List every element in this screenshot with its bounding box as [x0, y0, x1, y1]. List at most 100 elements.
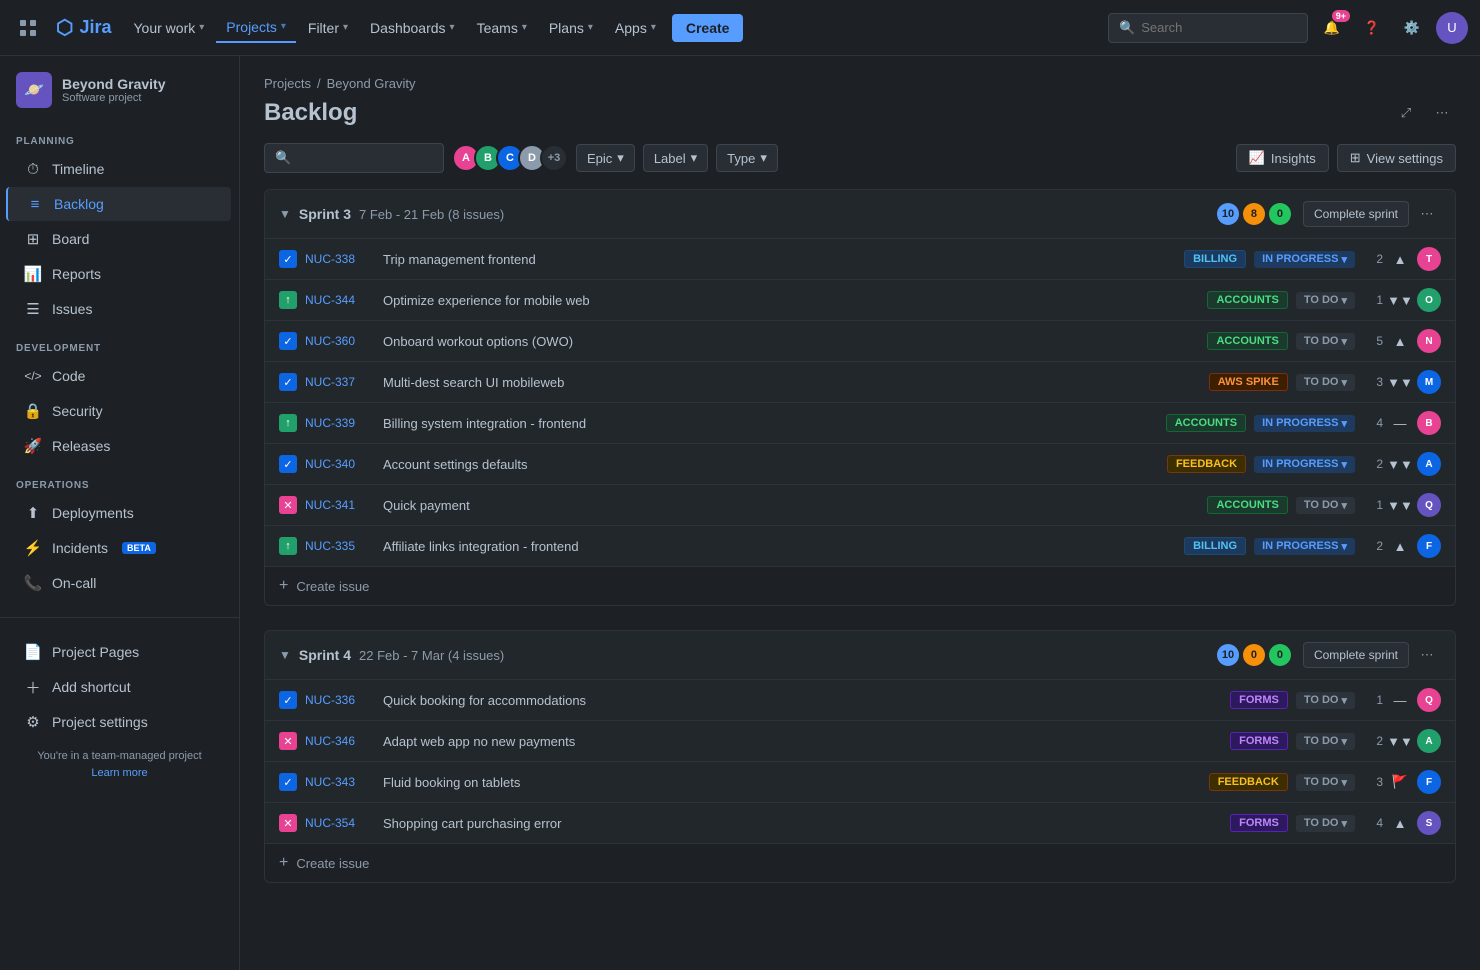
issue-avatar: O — [1417, 288, 1441, 312]
plus-icon: + — [279, 854, 288, 872]
sidebar-item-code[interactable]: </> Code — [8, 359, 231, 393]
create-button[interactable]: Create — [672, 14, 744, 42]
more-options-icon[interactable]: ⋯ — [1428, 99, 1456, 127]
label-filter-button[interactable]: Label ▾ — [643, 144, 708, 172]
priority-icon: ▲ — [1391, 332, 1409, 350]
sidebar-item-security[interactable]: 🔒 Security — [8, 394, 231, 428]
issue-type-task-icon: ✓ — [279, 373, 297, 391]
issue-row[interactable]: ✓ NUC-338 Trip management frontend BILLI… — [265, 238, 1455, 279]
type-filter-button[interactable]: Type ▾ — [716, 144, 778, 172]
label-tag: FORMS — [1230, 732, 1288, 750]
issue-priority-num: 2 — [1363, 457, 1383, 471]
status-badge[interactable]: IN PROGRESS ▾ — [1254, 251, 1355, 268]
nav-dashboards[interactable]: Dashboards ▾ — [360, 14, 465, 42]
sidebar-item-reports[interactable]: 📊 Reports — [8, 257, 231, 291]
grid-icon[interactable] — [12, 12, 44, 44]
status-badge[interactable]: IN PROGRESS ▾ — [1254, 538, 1355, 555]
epic-filter-button[interactable]: Epic ▾ — [576, 144, 635, 172]
issue-row[interactable]: ✕ NUC-354 Shopping cart purchasing error… — [265, 802, 1455, 843]
toolbar-search[interactable]: 🔍 — [264, 143, 444, 173]
sprint-4-more-icon[interactable]: ⋯ — [1413, 641, 1441, 669]
search-bar[interactable]: 🔍 — [1108, 13, 1308, 43]
issue-row[interactable]: ✓ NUC-337 Multi-dest search UI mobileweb… — [265, 361, 1455, 402]
priority-icon: ▲ — [1391, 814, 1409, 832]
issue-avatar: Q — [1417, 688, 1441, 712]
sprint-3-badge-blue: 10 — [1217, 203, 1239, 225]
sidebar-item-releases[interactable]: 🚀 Releases — [8, 429, 231, 463]
status-badge[interactable]: TO DO ▾ — [1296, 292, 1355, 309]
toolbar-right: 📈 Insights ⊞ View settings — [1236, 144, 1456, 172]
status-badge[interactable]: TO DO ▾ — [1296, 497, 1355, 514]
issue-type-task-icon: ✓ — [279, 773, 297, 791]
issue-summary: Account settings defaults — [383, 457, 1159, 472]
issue-row[interactable]: ✓ NUC-336 Quick booking for accommodatio… — [265, 679, 1455, 720]
sprint-3-create-issue[interactable]: + Create issue — [265, 566, 1455, 605]
create-issue-label: Create issue — [296, 579, 369, 594]
sidebar-item-project-settings[interactable]: ⚙ Project settings — [8, 705, 231, 739]
sidebar-item-issues[interactable]: ☰ Issues — [8, 292, 231, 326]
issue-row[interactable]: ✓ NUC-360 Onboard workout options (OWO) … — [265, 320, 1455, 361]
status-badge[interactable]: IN PROGRESS ▾ — [1254, 456, 1355, 473]
notifications-button[interactable]: 🔔 9+ — [1316, 12, 1348, 44]
view-settings-button[interactable]: ⊞ View settings — [1337, 144, 1456, 172]
sidebar-item-project-pages[interactable]: 📄 Project Pages — [8, 635, 231, 669]
status-badge[interactable]: TO DO ▾ — [1296, 333, 1355, 350]
search-input[interactable] — [1141, 20, 1281, 35]
status-badge[interactable]: TO DO ▾ — [1296, 815, 1355, 832]
settings-button[interactable]: ⚙️ — [1396, 12, 1428, 44]
learn-more-link[interactable]: Learn more — [91, 767, 147, 779]
nav-teams[interactable]: Teams ▾ — [467, 14, 537, 42]
issue-row[interactable]: ✕ NUC-346 Adapt web app no new payments … — [265, 720, 1455, 761]
sprint-3-complete-button[interactable]: Complete sprint — [1303, 201, 1409, 227]
avatar-count[interactable]: +3 — [540, 144, 568, 172]
nav-your-work[interactable]: Your work ▾ — [124, 14, 215, 42]
nav-filter[interactable]: Filter ▾ — [298, 14, 358, 42]
issue-priority-num: 3 — [1363, 375, 1383, 389]
sprint-4-header[interactable]: ▼ Sprint 4 22 Feb - 7 Mar (4 issues) 10 … — [265, 631, 1455, 679]
nav-projects[interactable]: Projects ▾ — [216, 13, 296, 43]
status-badge[interactable]: TO DO ▾ — [1296, 733, 1355, 750]
operations-section-title: OPERATIONS — [0, 472, 239, 495]
issue-row[interactable]: ↑ NUC-335 Affiliate links integration - … — [265, 525, 1455, 566]
help-button[interactable]: ❓ — [1356, 12, 1388, 44]
sprint-4-create-issue[interactable]: + Create issue — [265, 843, 1455, 882]
status-badge[interactable]: TO DO ▾ — [1296, 374, 1355, 391]
nav-plans[interactable]: Plans ▾ — [539, 14, 603, 42]
sidebar-item-oncall[interactable]: 📞 On-call — [8, 566, 231, 600]
backlog-search-input[interactable] — [297, 151, 417, 166]
breadcrumb-projects[interactable]: Projects — [264, 76, 311, 91]
issue-row[interactable]: ✓ NUC-343 Fluid booking on tablets FEEDB… — [265, 761, 1455, 802]
breadcrumb-project-name[interactable]: Beyond Gravity — [327, 76, 416, 91]
nav-apps[interactable]: Apps ▾ — [605, 14, 666, 42]
logo[interactable]: ⬡ Jira — [48, 15, 120, 40]
sprint-3-more-icon[interactable]: ⋯ — [1413, 200, 1441, 228]
sidebar-item-timeline[interactable]: ⏱ Timeline — [8, 152, 231, 186]
main-layout: 🪐 Beyond Gravity Software project PLANNI… — [0, 56, 1480, 970]
issue-row[interactable]: ↑ NUC-344 Optimize experience for mobile… — [265, 279, 1455, 320]
issue-type-task-icon: ✓ — [279, 332, 297, 350]
user-avatar[interactable]: U — [1436, 12, 1468, 44]
sprint-3-dates: 7 Feb - 21 Feb (8 issues) — [359, 207, 504, 222]
sidebar-item-incidents[interactable]: ⚡ Incidents BETA — [8, 531, 231, 565]
add-shortcut-icon: ＋ — [24, 678, 42, 696]
issue-type-story-icon: ↑ — [279, 537, 297, 555]
issue-key: NUC-346 — [305, 734, 375, 748]
sprint-3-header[interactable]: ▼ Sprint 3 7 Feb - 21 Feb (8 issues) 10 … — [265, 190, 1455, 238]
sidebar-item-backlog[interactable]: ≡ Backlog — [6, 187, 231, 221]
sidebar-item-board[interactable]: ⊞ Board — [8, 222, 231, 256]
issue-avatar: T — [1417, 247, 1441, 271]
issue-summary: Trip management frontend — [383, 252, 1176, 267]
sidebar-item-deployments[interactable]: ⬆ Deployments — [8, 496, 231, 530]
sprint-3-section: ▼ Sprint 3 7 Feb - 21 Feb (8 issues) 10 … — [264, 189, 1456, 606]
sidebar-item-add-shortcut[interactable]: ＋ Add shortcut — [8, 670, 231, 704]
status-badge[interactable]: TO DO ▾ — [1296, 692, 1355, 709]
expand-icon[interactable]: ⤢ — [1392, 99, 1420, 127]
insights-button[interactable]: 📈 Insights — [1236, 144, 1329, 172]
sprint-4-complete-button[interactable]: Complete sprint — [1303, 642, 1409, 668]
releases-icon: 🚀 — [24, 437, 42, 455]
issue-row[interactable]: ✓ NUC-340 Account settings defaults FEED… — [265, 443, 1455, 484]
status-badge[interactable]: TO DO ▾ — [1296, 774, 1355, 791]
issue-row[interactable]: ✕ NUC-341 Quick payment ACCOUNTS TO DO ▾… — [265, 484, 1455, 525]
status-badge[interactable]: IN PROGRESS ▾ — [1254, 415, 1355, 432]
issue-row[interactable]: ↑ NUC-339 Billing system integration - f… — [265, 402, 1455, 443]
